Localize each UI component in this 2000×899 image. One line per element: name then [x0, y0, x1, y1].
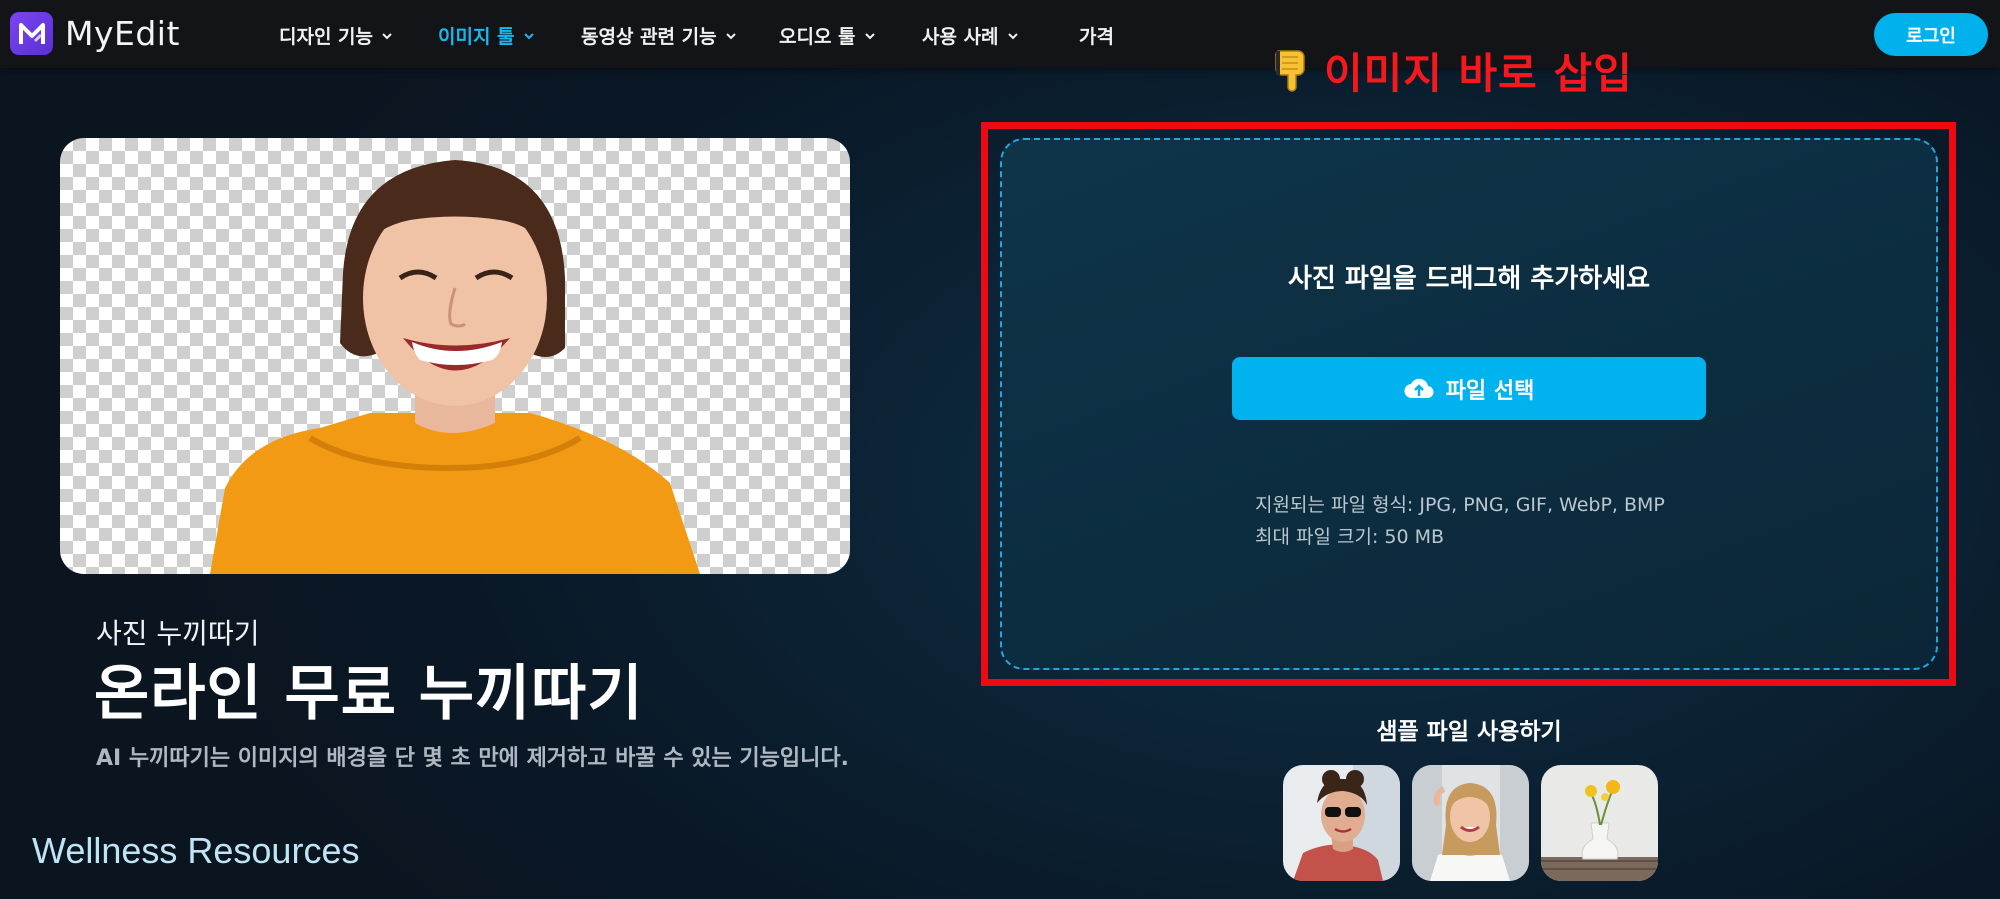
chevron-down-icon: [864, 32, 875, 39]
nav-label: 가격: [1079, 26, 1114, 48]
sample-image: [1412, 765, 1529, 881]
chevron-down-icon: [1007, 32, 1018, 39]
choose-file-label: 파일 선택: [1445, 378, 1535, 404]
nav-image-tools[interactable]: 이미지 툴: [438, 22, 535, 49]
pointing-down-hand-icon: [1275, 49, 1305, 92]
nav-video-features[interactable]: 동영상 관련 기능: [581, 22, 737, 49]
wellness-resources-overlay-text: Wellness Resources: [32, 830, 360, 871]
nav-pricing[interactable]: 가격: [1079, 22, 1114, 49]
nav-use-cases[interactable]: 사용 사례: [922, 22, 1019, 49]
nav-label: 이미지 툴: [438, 26, 515, 48]
brand-logo[interactable]: MyEdit: [10, 12, 180, 55]
sample-files-title: 샘플 파일 사용하기: [1376, 719, 1562, 745]
hero-description: AI 누끼따기는 이미지의 배경을 단 몇 초 만에 제거하고 바꿀 수 있는 …: [96, 746, 849, 771]
sample-thumbnail-sunglasses-woman[interactable]: [1283, 765, 1400, 881]
annotation-text: 이미지 바로 삽입: [1324, 49, 1633, 98]
nav-label: 디자인 기능: [279, 26, 374, 48]
sample-image: [1283, 765, 1400, 881]
drop-instruction: 사진 파일을 드래그해 추가하세요: [1287, 264, 1651, 294]
nav-label: 오디오 툴: [779, 26, 856, 48]
sample-thumbnail-smiling-woman[interactable]: [1412, 765, 1529, 881]
top-navigation-bar: MyEdit 디자인 기능 이미지 툴 동영상 관련 기능 오디오 툴 사용 사…: [0, 0, 2000, 68]
myedit-logo-icon: [10, 12, 53, 55]
hero-example-image: [60, 138, 850, 574]
chevron-down-icon: [725, 32, 736, 39]
login-button[interactable]: 로그인: [1874, 13, 1988, 56]
sample-image: [1541, 765, 1658, 881]
nav-design-features[interactable]: 디자인 기능: [279, 22, 393, 49]
page-title: 온라인 무료 누끼따기: [94, 659, 644, 729]
brand-name: MyEdit: [65, 14, 180, 53]
woman-portrait-cutout-image: [210, 160, 700, 574]
chevron-down-icon: [523, 32, 534, 39]
max-file-size-text: 최대 파일 크기: 50 MB: [1255, 526, 1445, 548]
insert-image-annotation: 이미지 바로 삽입: [1268, 40, 1633, 101]
choose-file-button[interactable]: 파일 선택: [1232, 357, 1706, 420]
supported-formats-text: 지원되는 파일 형식: JPG, PNG, GIF, WebP, BMP: [1255, 494, 1665, 516]
nav-audio-tools[interactable]: 오디오 툴: [779, 22, 876, 49]
chevron-down-icon: [382, 32, 392, 39]
nav-label: 동영상 관련 기능: [581, 26, 717, 48]
cloud-upload-icon: [1404, 378, 1434, 398]
nav-label: 사용 사례: [922, 26, 999, 48]
sample-thumbnail-flower-vase[interactable]: [1541, 765, 1658, 881]
